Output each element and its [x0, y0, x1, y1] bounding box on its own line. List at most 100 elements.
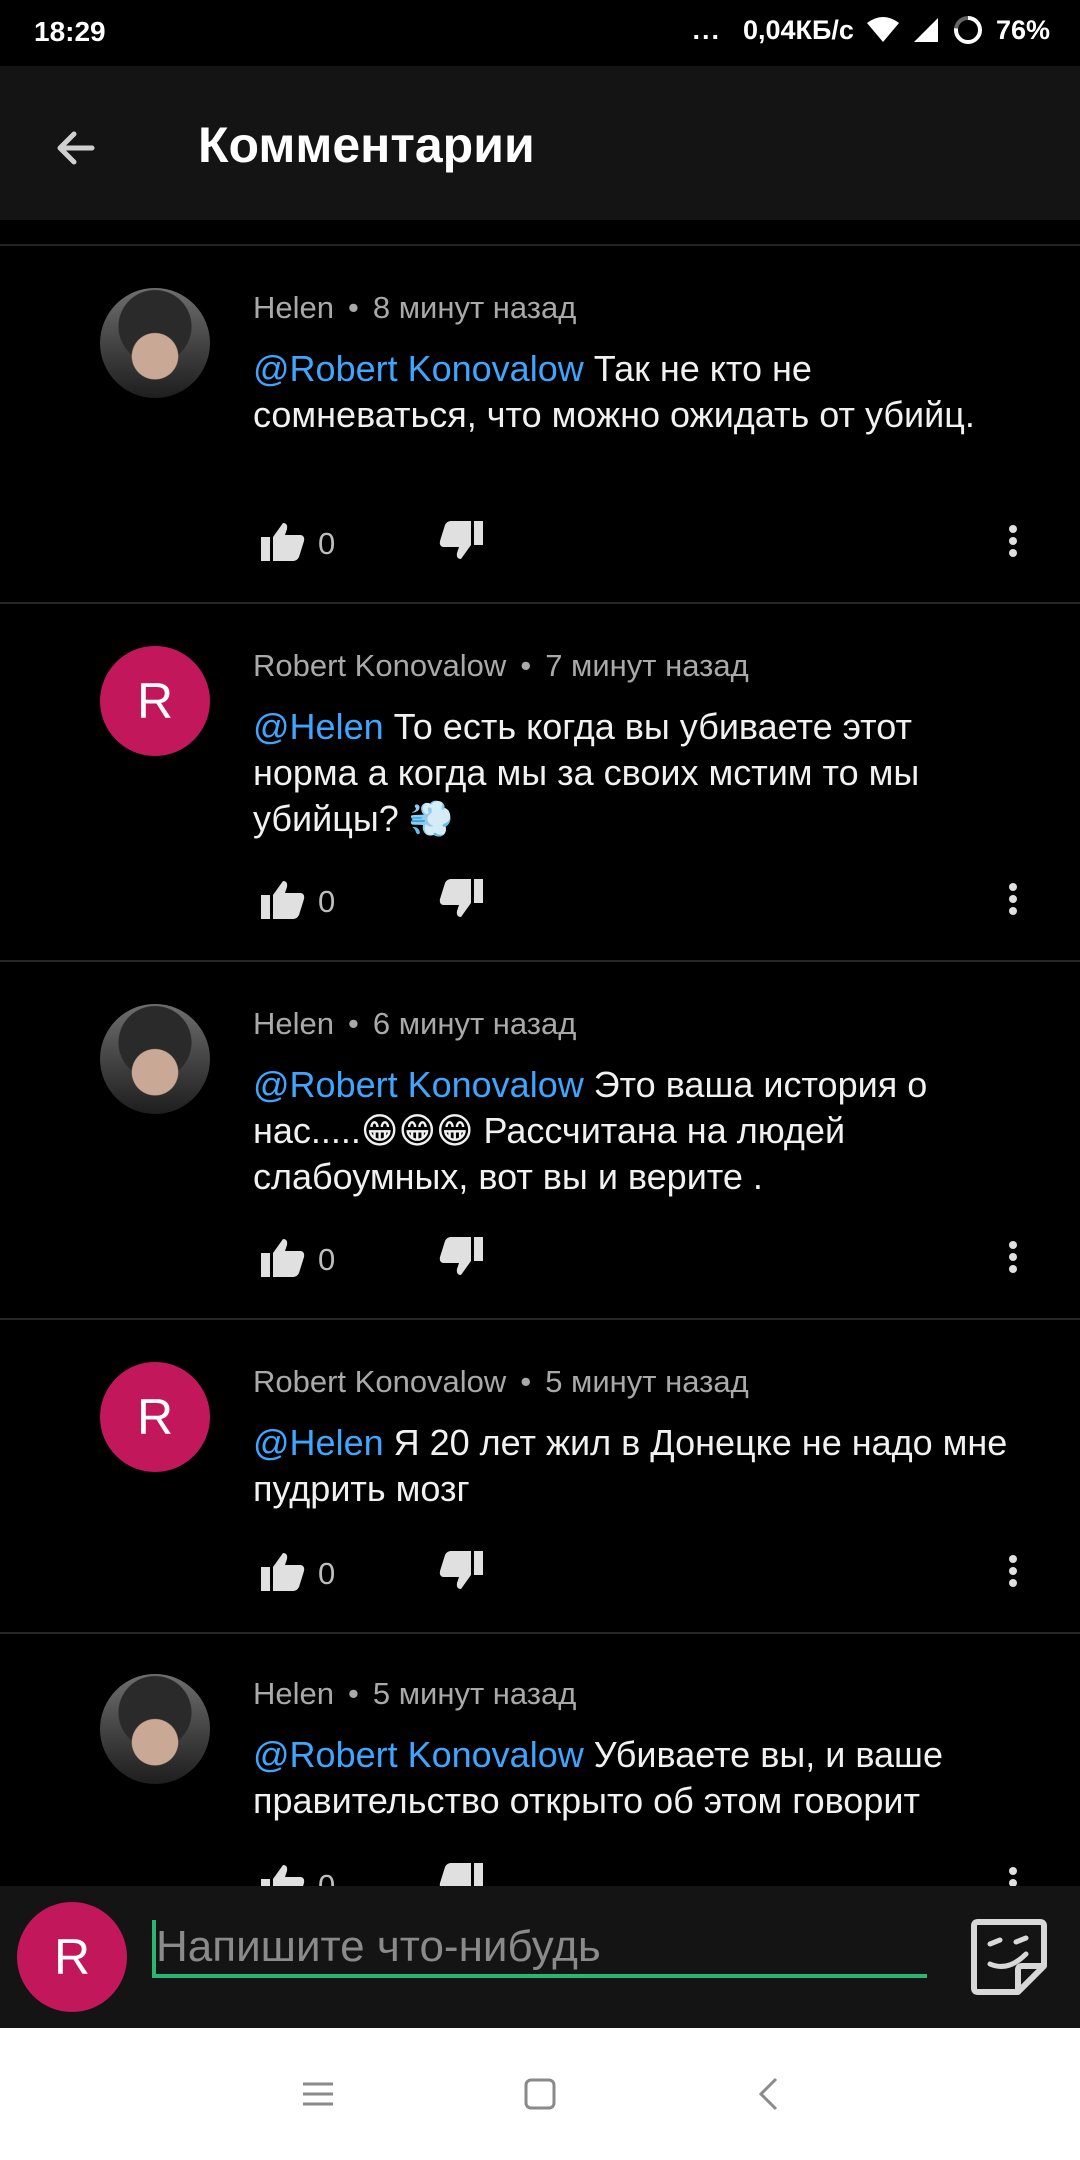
avatar[interactable]: R	[100, 1362, 210, 1472]
comment-composer: R	[0, 1886, 1080, 2028]
comment-item: R Robert Konovalow • 5 минут назад @Helen Я…	[0, 1320, 1080, 1634]
mention-link[interactable]: @Robert Konovalow	[253, 348, 584, 389]
like-count: 0	[318, 1242, 336, 1277]
menu-icon	[303, 2082, 333, 2106]
comment-actions: 0	[258, 874, 1038, 934]
more-options-button[interactable]	[988, 1232, 1038, 1282]
nav-menu-button[interactable]	[288, 2064, 348, 2124]
system-nav-bar	[0, 2028, 1080, 2160]
more-vert-icon	[1009, 525, 1017, 557]
comment-time: 8 минут назад	[372, 290, 577, 325]
comment-actions: 0	[258, 1546, 1038, 1606]
more-options-button[interactable]	[988, 1546, 1038, 1596]
sticker-icon	[971, 1919, 1047, 1995]
avatar[interactable]: R	[100, 646, 210, 756]
comment-author[interactable]: Robert Konovalow	[253, 1364, 506, 1399]
thumb-down-icon	[439, 521, 483, 559]
comment-text: @Helen Я 20 лет жил в Донецке не надо мне…	[253, 1420, 1023, 1512]
comment-author[interactable]: Helen	[253, 290, 334, 325]
like-button[interactable]	[258, 874, 308, 924]
app-bar: Комментарии	[0, 66, 1080, 220]
thumb-up-icon	[261, 1865, 305, 1886]
comment-text: @Helen То есть когда вы убиваете этот нор…	[253, 704, 1023, 842]
signal-icon	[913, 18, 938, 42]
like-button[interactable]	[258, 516, 308, 566]
page-title: Комментарии	[198, 117, 535, 173]
avatar[interactable]	[100, 1004, 210, 1114]
avatar[interactable]	[100, 1674, 210, 1784]
mention-link[interactable]: @Robert Konovalow	[253, 1734, 584, 1775]
like-count: 0	[318, 1556, 336, 1591]
network-speed: 0,04КБ/с	[743, 14, 854, 45]
thumb-down-icon	[439, 1863, 483, 1886]
battery-percent: 76%	[995, 14, 1050, 45]
like-count: 0	[318, 1868, 336, 1886]
comment-author[interactable]: Helen	[253, 1006, 334, 1041]
comment-text: @Robert Konovalow Это ваша история о нас.…	[253, 1062, 1023, 1200]
comment-item: Helen • 5 минут назад @Robert Konovalow Уби…	[0, 1634, 1080, 1886]
dislike-button[interactable]	[436, 1858, 486, 1886]
comment-author[interactable]: Robert Konovalow	[253, 648, 506, 683]
like-count: 0	[318, 526, 336, 561]
thumb-down-icon	[439, 1237, 483, 1275]
more-vert-icon	[1009, 883, 1017, 915]
more-vert-icon	[1009, 1555, 1017, 1587]
comment-item: R Robert Konovalow • 7 минут назад @Helen Т…	[0, 604, 1080, 962]
comment-text: @Robert Konovalow Убиваете вы, и ваше пра…	[253, 1732, 1023, 1824]
nav-back-button[interactable]	[738, 2064, 798, 2124]
more-options-button[interactable]	[988, 516, 1038, 566]
thumb-down-icon	[439, 879, 483, 917]
like-button[interactable]	[258, 1546, 308, 1596]
thumb-up-icon	[261, 1239, 305, 1277]
dislike-button[interactable]	[436, 1546, 486, 1596]
thumb-up-icon	[261, 523, 305, 561]
comment-time: 5 минут назад	[545, 1364, 749, 1399]
status-right: ... 0,04КБ/с 76%	[692, 14, 1050, 46]
arrow-left-icon	[57, 131, 95, 165]
comment-item: Helen • 6 минут назад @Robert Konovalow Это…	[0, 962, 1080, 1320]
back-chevron-icon	[758, 2077, 778, 2111]
battery-ring-icon	[953, 16, 982, 44]
status-time: 18:29	[34, 16, 106, 47]
comment-time: 6 минут назад	[372, 1006, 577, 1041]
mention-link[interactable]: @Helen	[253, 706, 384, 747]
mention-link[interactable]: @Robert Konovalow	[253, 1064, 584, 1105]
avatar[interactable]	[100, 288, 210, 398]
like-button[interactable]	[258, 1858, 308, 1886]
status-dots: ...	[692, 14, 721, 45]
thumb-down-icon	[439, 1551, 483, 1589]
more-vert-icon	[1009, 1867, 1017, 1886]
comment-time: 7 минут назад	[545, 648, 749, 683]
comments-list[interactable]: Helen • 8 минут назад @Robert Konovalow Так…	[0, 246, 1080, 1886]
comment-actions: 0	[258, 516, 1038, 576]
comment-text: @Robert Konovalow Так не кто не сомневать…	[253, 346, 1023, 438]
comment-meta: Helen • 8 минут назад	[253, 290, 577, 325]
more-options-button[interactable]	[988, 874, 1038, 924]
back-button[interactable]	[38, 110, 114, 186]
comment-meta: Helen • 5 минут назад	[253, 1676, 577, 1711]
more-vert-icon	[1009, 1241, 1017, 1273]
dislike-button[interactable]	[436, 874, 486, 924]
comment-time: 5 минут назад	[372, 1676, 577, 1711]
like-count: 0	[318, 884, 336, 919]
comment-meta: Helen • 6 минут назад	[253, 1006, 577, 1041]
comment-item: Helen • 8 минут назад @Robert Konovalow Так…	[0, 246, 1080, 604]
sticker-button[interactable]	[968, 1916, 1050, 1998]
wifi-icon	[866, 17, 899, 42]
text-caret	[152, 1920, 156, 1978]
comment-meta: Robert Konovalow • 7 минут назад	[253, 648, 749, 683]
nav-home-button[interactable]	[510, 2064, 570, 2124]
status-bar: 18:29 ... 0,04КБ/с 76%	[0, 0, 1080, 66]
home-square-icon	[524, 2078, 556, 2110]
dislike-button[interactable]	[436, 1232, 486, 1282]
thumb-up-icon	[261, 881, 305, 919]
comment-author[interactable]: Helen	[253, 1676, 334, 1711]
dislike-button[interactable]	[436, 516, 486, 566]
user-avatar[interactable]: R	[17, 1902, 127, 2012]
mention-link[interactable]: @Helen	[253, 1422, 384, 1463]
comment-actions: 0	[258, 1232, 1038, 1292]
more-options-button[interactable]	[988, 1858, 1038, 1886]
comment-input[interactable]	[152, 1920, 927, 1978]
comment-meta: Robert Konovalow • 5 минут назад	[253, 1364, 749, 1399]
like-button[interactable]	[258, 1232, 308, 1282]
